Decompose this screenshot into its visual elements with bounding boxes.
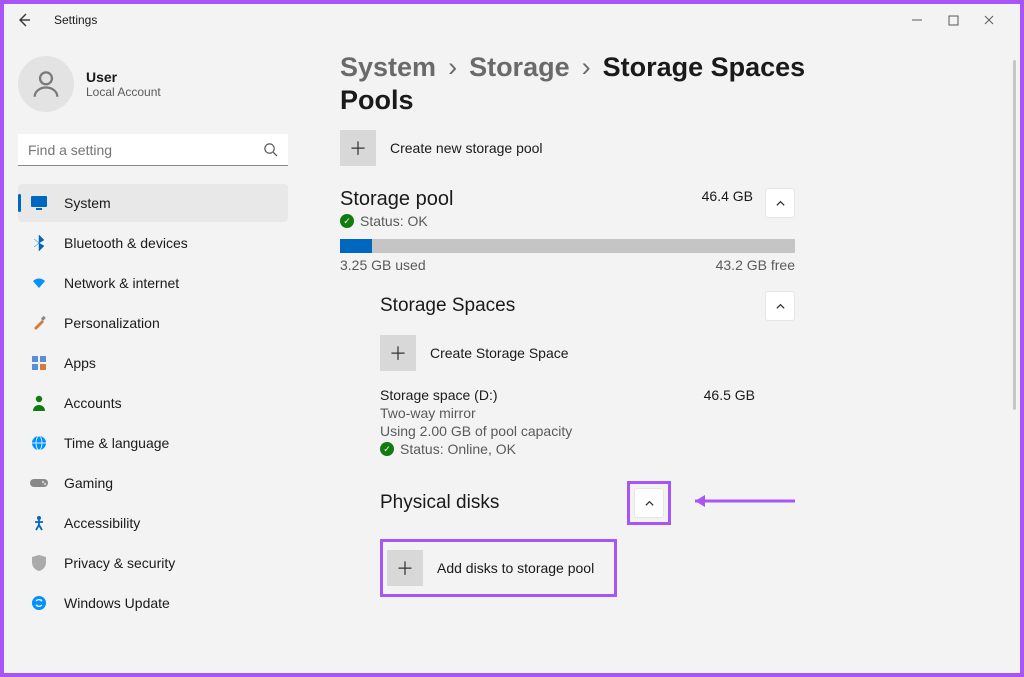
maximize-button[interactable] [946,13,960,27]
pool-name: Storage pool [340,188,702,211]
breadcrumb: System › Storage › Storage Spaces [340,52,994,83]
sidebar-item-label: Bluetooth & devices [64,235,188,251]
chevron-up-icon [775,198,786,209]
shield-icon [30,554,48,572]
annotation-highlight: ＋ Add disks to storage pool [380,539,617,597]
user-account-type: Local Account [86,85,161,99]
sidebar-item-apps[interactable]: Apps [18,344,288,382]
back-button[interactable] [8,4,40,36]
search-input[interactable] [18,134,288,166]
sidebar-item-label: Windows Update [64,595,170,611]
pool-header: Storage pool ✓ Status: OK 46.4 GB [340,188,795,229]
sidebar-item-label: Time & language [64,435,169,451]
annotation-arrow [685,493,795,514]
sidebar-item-label: Personalization [64,315,160,331]
status-ok-icon: ✓ [340,214,354,228]
sync-icon [30,594,48,612]
sidebar-item-bluetooth[interactable]: Bluetooth & devices [18,224,288,262]
globe-icon [30,434,48,452]
add-disks-label: Add disks to storage pool [437,560,594,576]
sidebar-item-label: Accessibility [64,515,140,531]
chevron-up-icon [644,498,655,509]
main-content: System › Storage › Storage Spaces Pools … [300,40,1024,677]
storage-spaces-section: Storage Spaces ＋ Create Storage Space St… [380,291,994,457]
close-button[interactable] [982,13,996,27]
sidebar-item-label: System [64,195,111,211]
person-icon [29,67,63,101]
breadcrumb-storage[interactable]: Storage [469,52,570,83]
app-title: Settings [54,13,97,27]
arrow-left-icon [685,493,795,509]
pool-collapse-button[interactable] [765,188,795,218]
add-disks-action[interactable]: ＋ Add disks to storage pool [387,546,610,590]
pool-used-label: 3.25 GB used [340,257,426,273]
create-space-label: Create Storage Space [430,345,569,361]
pool-usage-bar [340,239,795,253]
bluetooth-icon [30,234,48,252]
sidebar-item-accessibility[interactable]: Accessibility [18,504,288,542]
scrollbar[interactable] [1013,60,1016,410]
breadcrumb-system[interactable]: System [340,52,436,83]
brush-icon [30,314,48,332]
pool-free-label: 43.2 GB free [716,257,795,273]
user-name: User [86,69,161,85]
nav-list: System Bluetooth & devices Network & inter… [18,184,288,622]
plus-icon: ＋ [340,130,376,166]
search-box[interactable] [18,134,288,166]
sidebar-item-update[interactable]: Windows Update [18,584,288,622]
sidebar-item-time[interactable]: Time & language [18,424,288,462]
sidebar-item-system[interactable]: System [18,184,288,222]
sidebar-item-accounts[interactable]: Accounts [18,384,288,422]
storage-space-item[interactable]: Storage space (D:) 46.5 GB Two-way mirro… [380,387,795,457]
sidebar-item-personalization[interactable]: Personalization [18,304,288,342]
chevron-right-icon: › [448,52,457,83]
sidebar: User Local Account System Bluetooth & dev… [0,40,300,677]
space-status: Status: Online, OK [400,441,516,457]
space-size: 46.5 GB [704,387,755,403]
sidebar-item-gaming[interactable]: Gaming [18,464,288,502]
disks-collapse-button[interactable] [634,488,664,518]
titlebar: Settings [0,0,1024,40]
sidebar-item-network[interactable]: Network & internet [18,264,288,302]
create-pool-label: Create new storage pool [390,140,543,156]
search-icon [263,142,278,162]
storage-spaces-title: Storage Spaces [380,295,765,317]
pool-size: 46.4 GB [702,188,753,204]
physical-disks-title: Physical disks [380,492,627,514]
spaces-collapse-button[interactable] [765,291,795,321]
person-icon [30,394,48,412]
annotation-highlight [627,481,671,525]
sidebar-item-label: Privacy & security [64,555,175,571]
monitor-icon [30,194,48,212]
chevron-up-icon [775,301,786,312]
wifi-icon [30,274,48,292]
grid-icon [30,354,48,372]
space-mirror: Two-way mirror [380,405,795,421]
create-space-action[interactable]: ＋ Create Storage Space [380,335,994,371]
plus-icon: ＋ [380,335,416,371]
access-icon [30,514,48,532]
create-pool-action[interactable]: ＋ Create new storage pool [340,130,994,166]
gamepad-icon [30,474,48,492]
page-title: Pools [340,85,994,116]
space-capacity: Using 2.00 GB of pool capacity [380,423,795,439]
plus-icon: ＋ [387,550,423,586]
breadcrumb-current: Storage Spaces [603,52,806,83]
arrow-left-icon [16,12,32,28]
sidebar-item-label: Accounts [64,395,122,411]
sidebar-item-label: Apps [64,355,96,371]
pool-usage-fill [340,239,372,253]
sidebar-item-label: Network & internet [64,275,179,291]
chevron-right-icon: › [582,52,591,83]
user-block[interactable]: User Local Account [18,48,288,126]
pool-status: Status: OK [360,213,428,229]
window-controls [910,13,1016,27]
sidebar-item-label: Gaming [64,475,113,491]
physical-disks-section: Physical disks ＋ Add disks to storage po… [380,481,994,597]
space-name: Storage space (D:) [380,387,704,403]
avatar [18,56,74,112]
sidebar-item-privacy[interactable]: Privacy & security [18,544,288,582]
status-ok-icon: ✓ [380,442,394,456]
minimize-button[interactable] [910,13,924,27]
